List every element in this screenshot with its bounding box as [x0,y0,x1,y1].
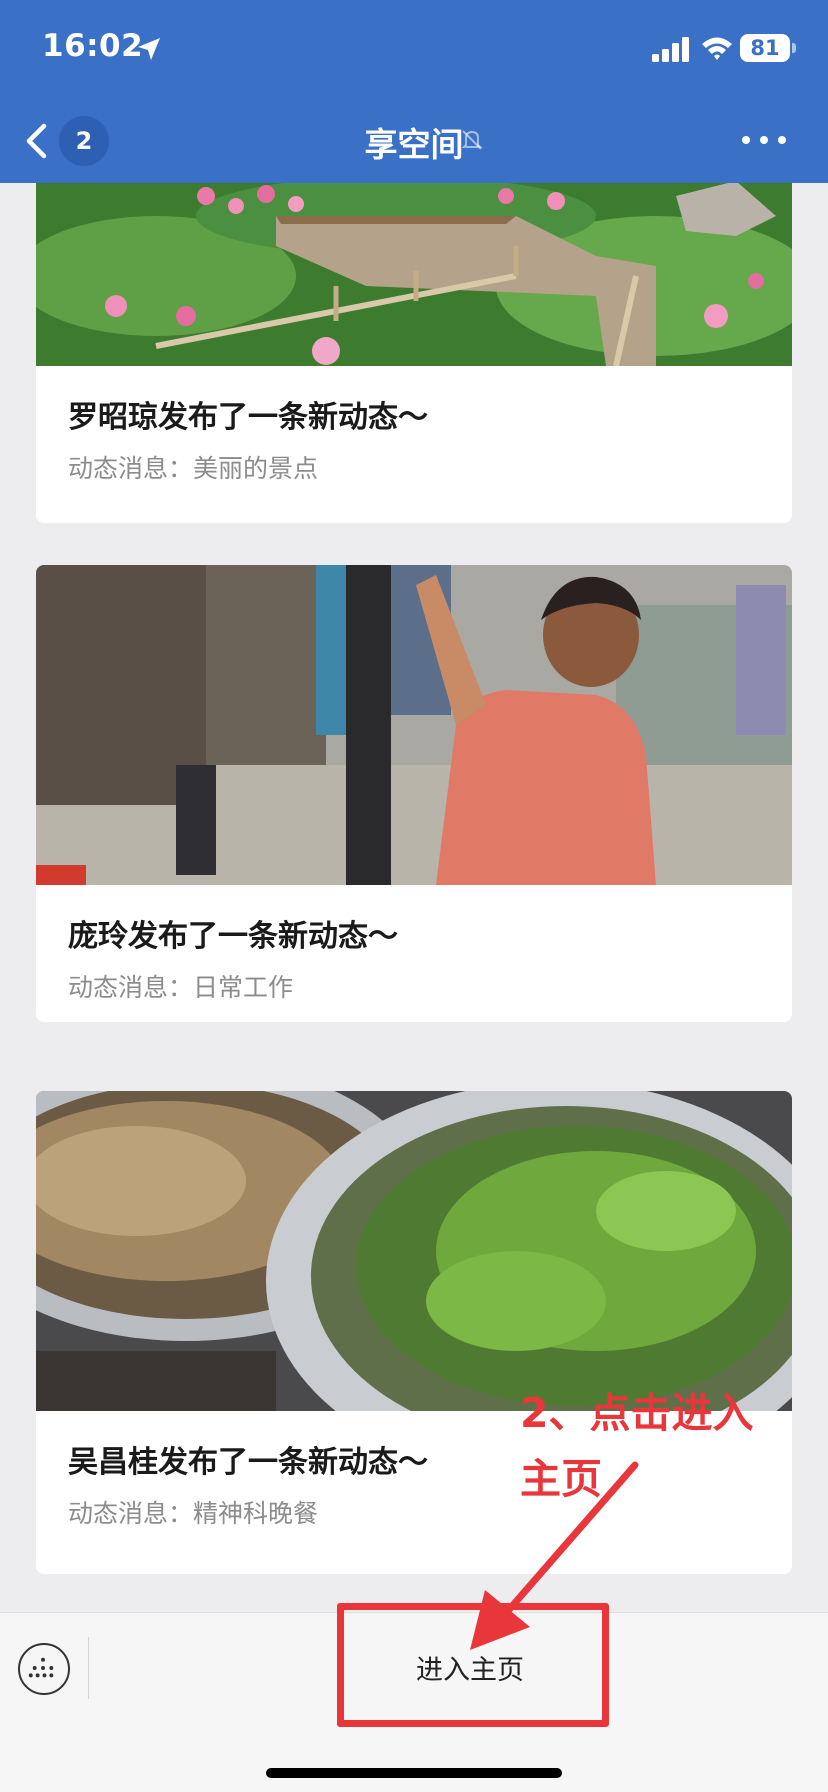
post-subtitle: 动态消息：精神科晚餐 [68,1499,319,1528]
cellular-signal-icon [652,37,689,62]
battery-tip [792,43,796,53]
nav-bar: 2 享空间 [0,100,828,183]
post-image [36,183,792,366]
divider [88,1637,89,1699]
header: 16:02 81 2 享空间 [0,0,828,183]
post-card[interactable]: 罗昭琼发布了一条新动态～ 动态消息：美丽的景点 [36,183,792,523]
post-subtitle: 动态消息：日常工作 [68,973,294,1002]
post-title: 庞玲发布了一条新动态～ [68,919,398,954]
wifi-icon [702,37,732,60]
more-options-button[interactable] [742,128,786,152]
keyboard-icon [28,1657,54,1678]
post-subtitle: 动态消息：美丽的景点 [68,454,319,483]
battery-indicator: 81 [740,34,790,62]
post-card[interactable]: 庞玲发布了一条新动态～ 动态消息：日常工作 [36,565,792,1022]
more-dot-icon [742,136,750,144]
status-bar: 16:02 81 [0,0,828,100]
more-dot-icon [778,136,786,144]
status-time: 16:02 [42,28,144,64]
mute-bell-icon [461,130,483,150]
post-image [36,1091,792,1411]
location-arrow-icon [138,38,160,60]
annotation-arrow-icon [470,1461,639,1650]
post-title: 罗昭琼发布了一条新动态～ [68,400,428,435]
keyboard-toggle-button[interactable] [18,1643,70,1695]
post-image [36,565,792,885]
post-title: 吴昌桂发布了一条新动态～ [68,1445,428,1480]
annotation-line: 2、点击进入 [520,1389,754,1437]
page-title: 享空间 [364,125,464,164]
home-indicator [266,1768,562,1778]
more-dot-icon [760,136,768,144]
